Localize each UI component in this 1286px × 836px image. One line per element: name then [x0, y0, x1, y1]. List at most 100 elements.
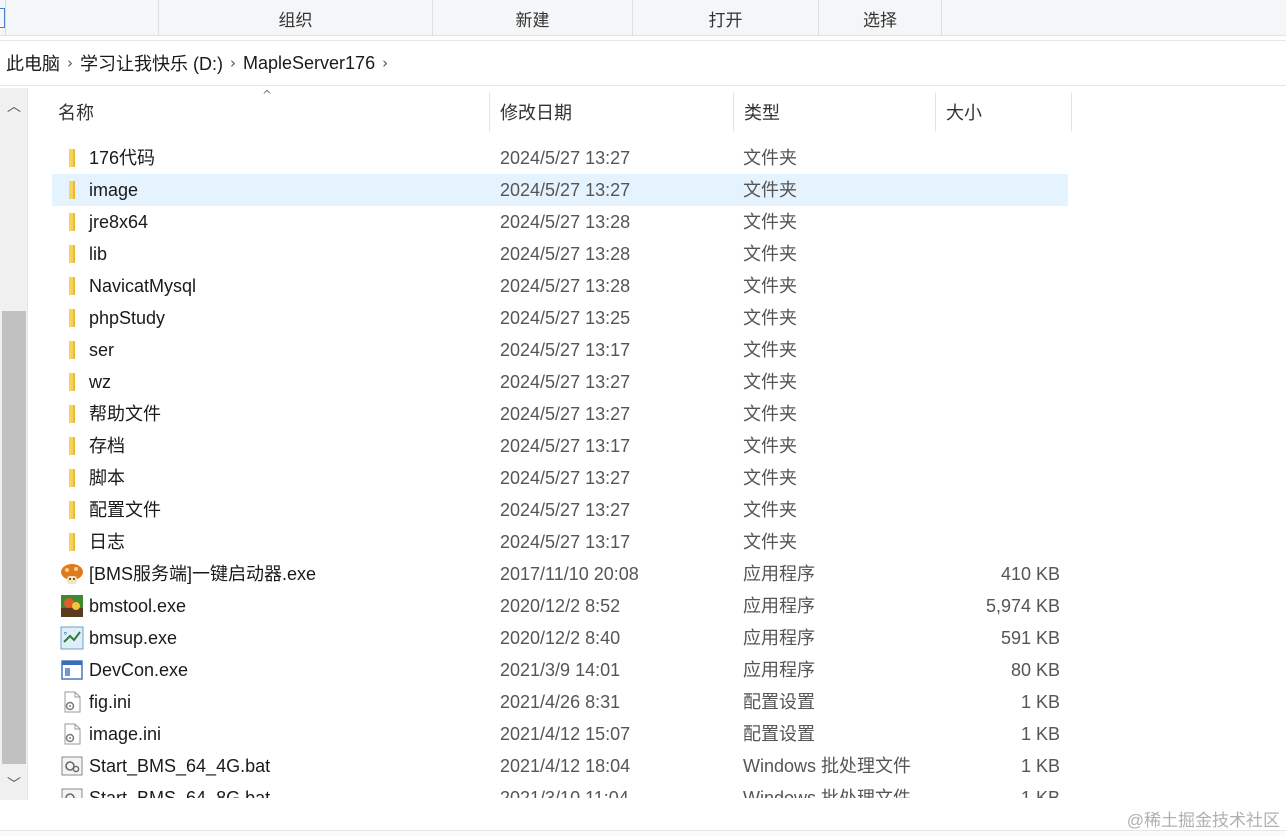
chevron-right-icon[interactable]: ›	[223, 54, 243, 72]
file-name: 176代码	[89, 148, 156, 168]
file-name: image	[89, 180, 139, 200]
file-modified-date: 2024/5/27 13:27	[500, 148, 631, 168]
file-row[interactable]: 帮助文件 2024/5/27 13:27 文件夹	[52, 398, 1068, 430]
column-header-name[interactable]: 名称	[48, 92, 490, 132]
folder-icon	[60, 210, 84, 234]
file-row[interactable]: image.ini 2021/4/12 15:07 配置设置 1 KB	[52, 718, 1068, 750]
file-modified-date: 2024/5/27 13:17	[500, 532, 631, 552]
ribbon-left-edge	[0, 0, 6, 36]
file-type: Windows 批处理文件	[743, 756, 912, 776]
file-type: 文件夹	[743, 180, 797, 200]
ribbon-group-label: 选择	[863, 10, 897, 30]
file-row[interactable]: 存档 2024/5/27 13:17 文件夹	[52, 430, 1068, 462]
file-modified-date: 2024/5/27 13:17	[500, 436, 631, 456]
file-row[interactable]: phpStudy 2024/5/27 13:25 文件夹	[52, 302, 1068, 334]
file-type: 文件夹	[743, 372, 797, 392]
file-name: 配置文件	[89, 500, 161, 520]
svg-text:ᴮ: ᴮ	[64, 631, 67, 639]
file-row[interactable]: fig.ini 2021/4/26 8:31 配置设置 1 KB	[52, 686, 1068, 718]
watermark: @稀土掘金技术社区	[1126, 811, 1280, 830]
file-type: 文件夹	[743, 468, 797, 488]
file-row[interactable]: image 2024/5/27 13:27 文件夹	[52, 174, 1068, 206]
scroll-up-arrow-icon[interactable]: ︿	[0, 92, 28, 120]
file-list: 176代码 2024/5/27 13:27 文件夹 image 2024/5/27 13…	[52, 142, 1068, 814]
file-size: 1 KB	[1020, 692, 1060, 712]
file-row[interactable]: 日志 2024/5/27 13:17 文件夹	[52, 526, 1068, 558]
mushroom-app-icon	[60, 562, 84, 586]
file-modified-date: 2024/5/27 13:28	[500, 244, 631, 264]
file-type: 应用程序	[743, 596, 815, 616]
folder-icon	[60, 466, 84, 490]
file-row[interactable]: 脚本 2024/5/27 13:27 文件夹	[52, 462, 1068, 494]
ribbon-group-select[interactable]: 选择	[818, 0, 942, 36]
scrollbar-thumb[interactable]	[2, 311, 26, 764]
file-name: 日志	[89, 532, 125, 552]
column-header-label: 名称	[58, 103, 94, 123]
ribbon-group-open[interactable]: 打开	[632, 0, 818, 36]
file-size: 5,974 KB	[985, 596, 1060, 616]
ribbon-group-organize[interactable]: 组织	[158, 0, 432, 36]
file-type: 文件夹	[743, 308, 797, 328]
ribbon-group-label: 组织	[278, 10, 313, 30]
file-name: 存档	[89, 436, 125, 456]
scroll-down-arrow-icon[interactable]: ﹀	[0, 770, 28, 798]
folder-icon	[60, 338, 84, 362]
file-type: 文件夹	[743, 404, 797, 424]
file-modified-date: 2024/5/27 13:27	[500, 468, 631, 488]
ribbon-group-new[interactable]: 新建	[432, 0, 632, 36]
ribbon-group-label: 打开	[708, 10, 743, 30]
file-modified-date: 2024/5/27 13:28	[500, 212, 631, 232]
chevron-right-icon[interactable]: ›	[375, 54, 395, 72]
file-modified-date: 2024/5/27 13:28	[500, 276, 631, 296]
file-name: lib	[89, 244, 108, 264]
file-row[interactable]: jre8x64 2024/5/27 13:28 文件夹	[52, 206, 1068, 238]
status-bar-edge	[0, 830, 1286, 836]
file-size: 80 KB	[1010, 660, 1060, 680]
updater-app-icon: ᴮ	[60, 626, 84, 650]
file-row[interactable]: bmstool.exe 2020/12/2 8:52 应用程序 5,974 KB	[52, 590, 1068, 622]
file-modified-date: 2021/4/12 18:04	[500, 756, 631, 776]
file-name: [BMS服务端]一键启动器.exe	[89, 564, 317, 584]
file-modified-date: 2020/12/2 8:40	[500, 628, 621, 648]
column-header: ^ 名称 修改日期 类型 大小	[28, 88, 1072, 132]
chevron-right-icon[interactable]: ›	[60, 54, 80, 72]
breadcrumb-item-this-pc[interactable]: 此电脑	[6, 50, 60, 76]
file-size: 410 KB	[1000, 564, 1060, 584]
ribbon-group-label: 新建	[515, 10, 550, 30]
file-row[interactable]: lib 2024/5/27 13:28 文件夹	[52, 238, 1068, 270]
file-name: 帮助文件	[89, 404, 161, 424]
file-type: 文件夹	[743, 532, 797, 552]
file-name: DevCon.exe	[89, 660, 189, 680]
file-type: 文件夹	[743, 276, 797, 296]
file-type: 应用程序	[743, 564, 815, 584]
ribbon-toolbar: 组织 新建 打开 选择	[0, 0, 1286, 36]
column-header-size[interactable]: 大小	[936, 92, 1072, 132]
folder-icon	[60, 306, 84, 330]
file-modified-date: 2024/5/27 13:27	[500, 500, 631, 520]
column-header-type[interactable]: 类型	[734, 92, 936, 132]
file-row[interactable]: wz 2024/5/27 13:27 文件夹	[52, 366, 1068, 398]
breadcrumb-item-drive-d[interactable]: 学习让我快乐 (D:)	[80, 50, 223, 76]
column-header-date[interactable]: 修改日期	[490, 92, 734, 132]
file-size: 1 KB	[1020, 724, 1060, 744]
file-row[interactable]: 176代码 2024/5/27 13:27 文件夹	[52, 142, 1068, 174]
settings-file-icon	[60, 722, 84, 746]
file-row[interactable]: ser 2024/5/27 13:17 文件夹	[52, 334, 1068, 366]
folder-icon	[60, 498, 84, 522]
file-row[interactable]: DevCon.exe 2021/3/9 14:01 应用程序 80 KB	[52, 654, 1068, 686]
breadcrumb-item-mapleserver[interactable]: MapleServer176	[243, 53, 375, 74]
file-name: Start_BMS_64_4G.bat	[89, 756, 271, 776]
file-type: 应用程序	[743, 628, 815, 648]
vertical-scrollbar[interactable]: ︿ ﹀	[0, 88, 28, 800]
file-row[interactable]: 配置文件 2024/5/27 13:27 文件夹	[52, 494, 1068, 526]
file-modified-date: 2024/5/27 13:27	[500, 404, 631, 424]
settings-file-icon	[60, 690, 84, 714]
file-modified-date: 2024/5/27 13:25	[500, 308, 631, 328]
game-app-icon	[60, 594, 84, 618]
folder-icon	[60, 402, 84, 426]
file-row[interactable]: [BMS服务端]一键启动器.exe 2017/11/10 20:08 应用程序 410…	[52, 558, 1068, 590]
file-row[interactable]: ᴮ bmsup.exe 2020/12/2 8:40 应用程序 591 KB	[52, 622, 1068, 654]
column-header-label: 大小	[946, 103, 982, 123]
file-row[interactable]: Start_BMS_64_4G.bat 2021/4/12 18:04 Window…	[52, 750, 1068, 782]
file-row[interactable]: NavicatMysql 2024/5/27 13:28 文件夹	[52, 270, 1068, 302]
